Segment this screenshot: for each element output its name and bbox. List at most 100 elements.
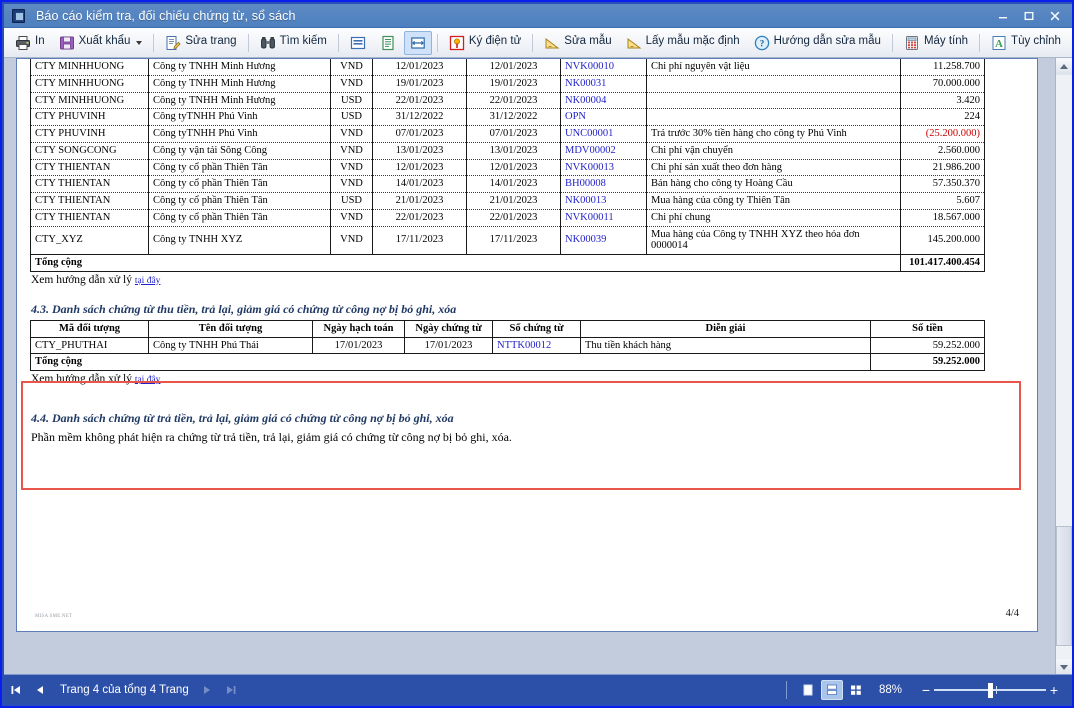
single-page-view-button[interactable] [797, 680, 819, 700]
s43-row-name: Công ty TNHH Phú Thái [148, 336, 313, 355]
view-continuous-button[interactable] [374, 31, 402, 55]
s43-row-desc: Thu tiền khách hàng [580, 336, 871, 355]
s43-row-doc-no[interactable]: NTTK00012 [492, 336, 581, 355]
main-row-amount: 18.567.000 [900, 208, 985, 227]
main-row-code: CTY SONGCONG [30, 141, 149, 160]
main-row-doc-date: 13/01/2023 [466, 141, 561, 160]
export-icon [59, 35, 75, 51]
edit-page-button[interactable]: Sửa trang [159, 31, 242, 55]
column-header: Tên đối tượng [148, 319, 313, 338]
page-indicator-label: Trang 4 của tổng 4 Trang [60, 683, 189, 696]
zoom-in-button[interactable]: + [1046, 683, 1062, 697]
main-row-desc: Bán hàng cho công ty Hoàng Cầu [646, 175, 901, 193]
print-icon [15, 35, 31, 51]
main-row-currency: USD [330, 108, 373, 126]
default-template-button[interactable]: Lấy mẫu mặc định [620, 31, 746, 55]
template-help-button[interactable]: ? Hướng dẫn sửa mẫu [748, 31, 887, 55]
title-bar: Báo cáo kiểm tra, đối chiếu chứng từ, sổ… [4, 4, 1072, 28]
calculator-label: Máy tính [923, 35, 969, 48]
main-row-doc-no[interactable]: OPN [560, 108, 647, 126]
main-row-currency: VND [330, 208, 373, 227]
svg-text:?: ? [759, 38, 764, 48]
main-row-doc-no[interactable]: NVK00011 [560, 208, 647, 227]
main-row-doc-no[interactable]: NK00039 [560, 225, 647, 255]
minimize-icon[interactable] [990, 5, 1016, 27]
zoom-slider[interactable]: − + [918, 682, 1062, 698]
main-row-desc: Mua hàng của công ty Thiên Tân [646, 192, 901, 210]
calculator-button[interactable]: Máy tính [898, 31, 974, 55]
main-row-doc-no[interactable]: NK00031 [560, 74, 647, 93]
table-row: CTY PHUVINH Công tyTNHH Phú Vinh VND 07/01/… [30, 125, 985, 143]
edit-template-label: Sửa mẫu [564, 35, 612, 48]
column-header: Ngày chứng từ [404, 319, 493, 338]
main-row-doc-no[interactable]: NK00013 [560, 192, 647, 210]
help-link-2[interactable]: tại đây [135, 375, 161, 385]
main-row-desc [646, 108, 901, 126]
scroll-up-button[interactable] [1056, 58, 1072, 75]
status-bar: Trang 4 của tổng 4 Trang 88% − + [4, 674, 1072, 704]
chevron-down-icon[interactable] [136, 40, 143, 45]
maximize-icon[interactable] [1016, 5, 1042, 27]
table-total-row: Tổng cộng 59.252.000 [30, 353, 985, 371]
main-row-post-date: 12/01/2023 [372, 59, 467, 76]
table-row: CTY MINHHUONG Công ty TNHH Minh Hương USD 2… [30, 91, 985, 110]
application-window: Báo cáo kiểm tra, đối chiếu chứng từ, sổ… [0, 0, 1074, 708]
main-row-name: Công tyTNHH Phú Vinh [148, 125, 331, 143]
view-fit-width-icon [410, 35, 426, 51]
main-report-table: CTY MINHHUONG Công ty TNHH Minh Hương VND 1… [30, 59, 985, 272]
edit-template-button[interactable]: Sửa mẫu [538, 31, 617, 55]
zoom-level-label: 88% [878, 683, 902, 696]
previous-page-button[interactable] [28, 678, 52, 702]
last-page-button[interactable] [219, 678, 243, 702]
report-page: CTY MINHHUONG Công ty TNHH Minh Hương VND 1… [16, 58, 1038, 632]
main-row-doc-no[interactable]: NVK00013 [560, 158, 647, 177]
main-row-doc-no[interactable]: NK00004 [560, 91, 647, 110]
search-label: Tìm kiếm [279, 35, 327, 48]
view-single-page-icon [350, 35, 366, 51]
main-row-doc-no[interactable]: BH00008 [560, 175, 647, 193]
zoom-slider-knob[interactable] [988, 682, 993, 698]
search-button[interactable]: Tìm kiếm [254, 31, 333, 55]
main-row-name: Công tyTNHH Phú Vinh [148, 108, 331, 126]
main-row-doc-date: 31/12/2022 [466, 108, 561, 126]
main-row-currency: VND [330, 125, 373, 143]
zoom-out-button[interactable]: − [918, 683, 934, 697]
main-row-amount: 21.986.200 [900, 158, 985, 177]
view-single-page-button[interactable] [344, 31, 372, 55]
two-page-view-button[interactable] [820, 679, 843, 700]
main-row-doc-no[interactable]: MDV00002 [560, 141, 647, 160]
s43-total-label: Tổng cộng [30, 353, 871, 371]
main-row-doc-date: 07/01/2023 [466, 125, 561, 143]
document-viewer[interactable]: CTY MINHHUONG Công ty TNHH Minh Hương VND 1… [4, 58, 1072, 676]
next-page-button[interactable] [195, 678, 219, 702]
main-row-code: CTY THIENTAN [30, 175, 149, 193]
table-row: CTY MINHHUONG Công ty TNHH Minh Hương VND 1… [30, 59, 985, 76]
s43-row-code: CTY_PHUTHAI [30, 336, 149, 355]
thumbnail-view-button[interactable] [845, 680, 867, 700]
scrollbar-thumb[interactable] [1056, 526, 1072, 646]
main-row-code: CTY_XYZ [30, 225, 149, 255]
customize-button[interactable]: A Tùy chỉnh [985, 31, 1067, 55]
main-row-doc-no[interactable]: NVK00010 [560, 59, 647, 76]
view-fit-width-button[interactable] [403, 30, 432, 55]
main-row-post-date: 13/01/2023 [372, 141, 467, 160]
main-row-doc-no[interactable]: UNC00001 [560, 125, 647, 143]
close-icon[interactable] [1042, 5, 1068, 27]
first-page-button[interactable] [4, 678, 28, 702]
main-row-name: Công ty TNHH XYZ [148, 225, 331, 255]
export-button[interactable]: Xuất khẩu [53, 31, 149, 55]
main-row-doc-date: 12/01/2023 [466, 59, 561, 76]
help-line-1-text: Xem hướng dẫn xử lý [31, 273, 132, 286]
help-link-1[interactable]: tại đây [135, 276, 161, 286]
main-row-currency: VND [330, 158, 373, 177]
print-button[interactable]: In [9, 31, 51, 55]
zoom-slider-track[interactable] [934, 682, 1046, 698]
main-row-amount: 70.000.000 [900, 74, 985, 93]
table-row: CTY THIENTAN Công ty cổ phần Thiên Tân VND… [30, 175, 985, 193]
main-row-currency: VND [330, 141, 373, 160]
digital-signature-button[interactable]: Ký điện tử [443, 31, 527, 55]
main-total-label: Tổng cộng [30, 254, 901, 272]
column-header: Diễn giải [580, 319, 871, 338]
vertical-scrollbar[interactable] [1055, 58, 1072, 676]
status-bar-right: 88% − + [778, 679, 1072, 700]
